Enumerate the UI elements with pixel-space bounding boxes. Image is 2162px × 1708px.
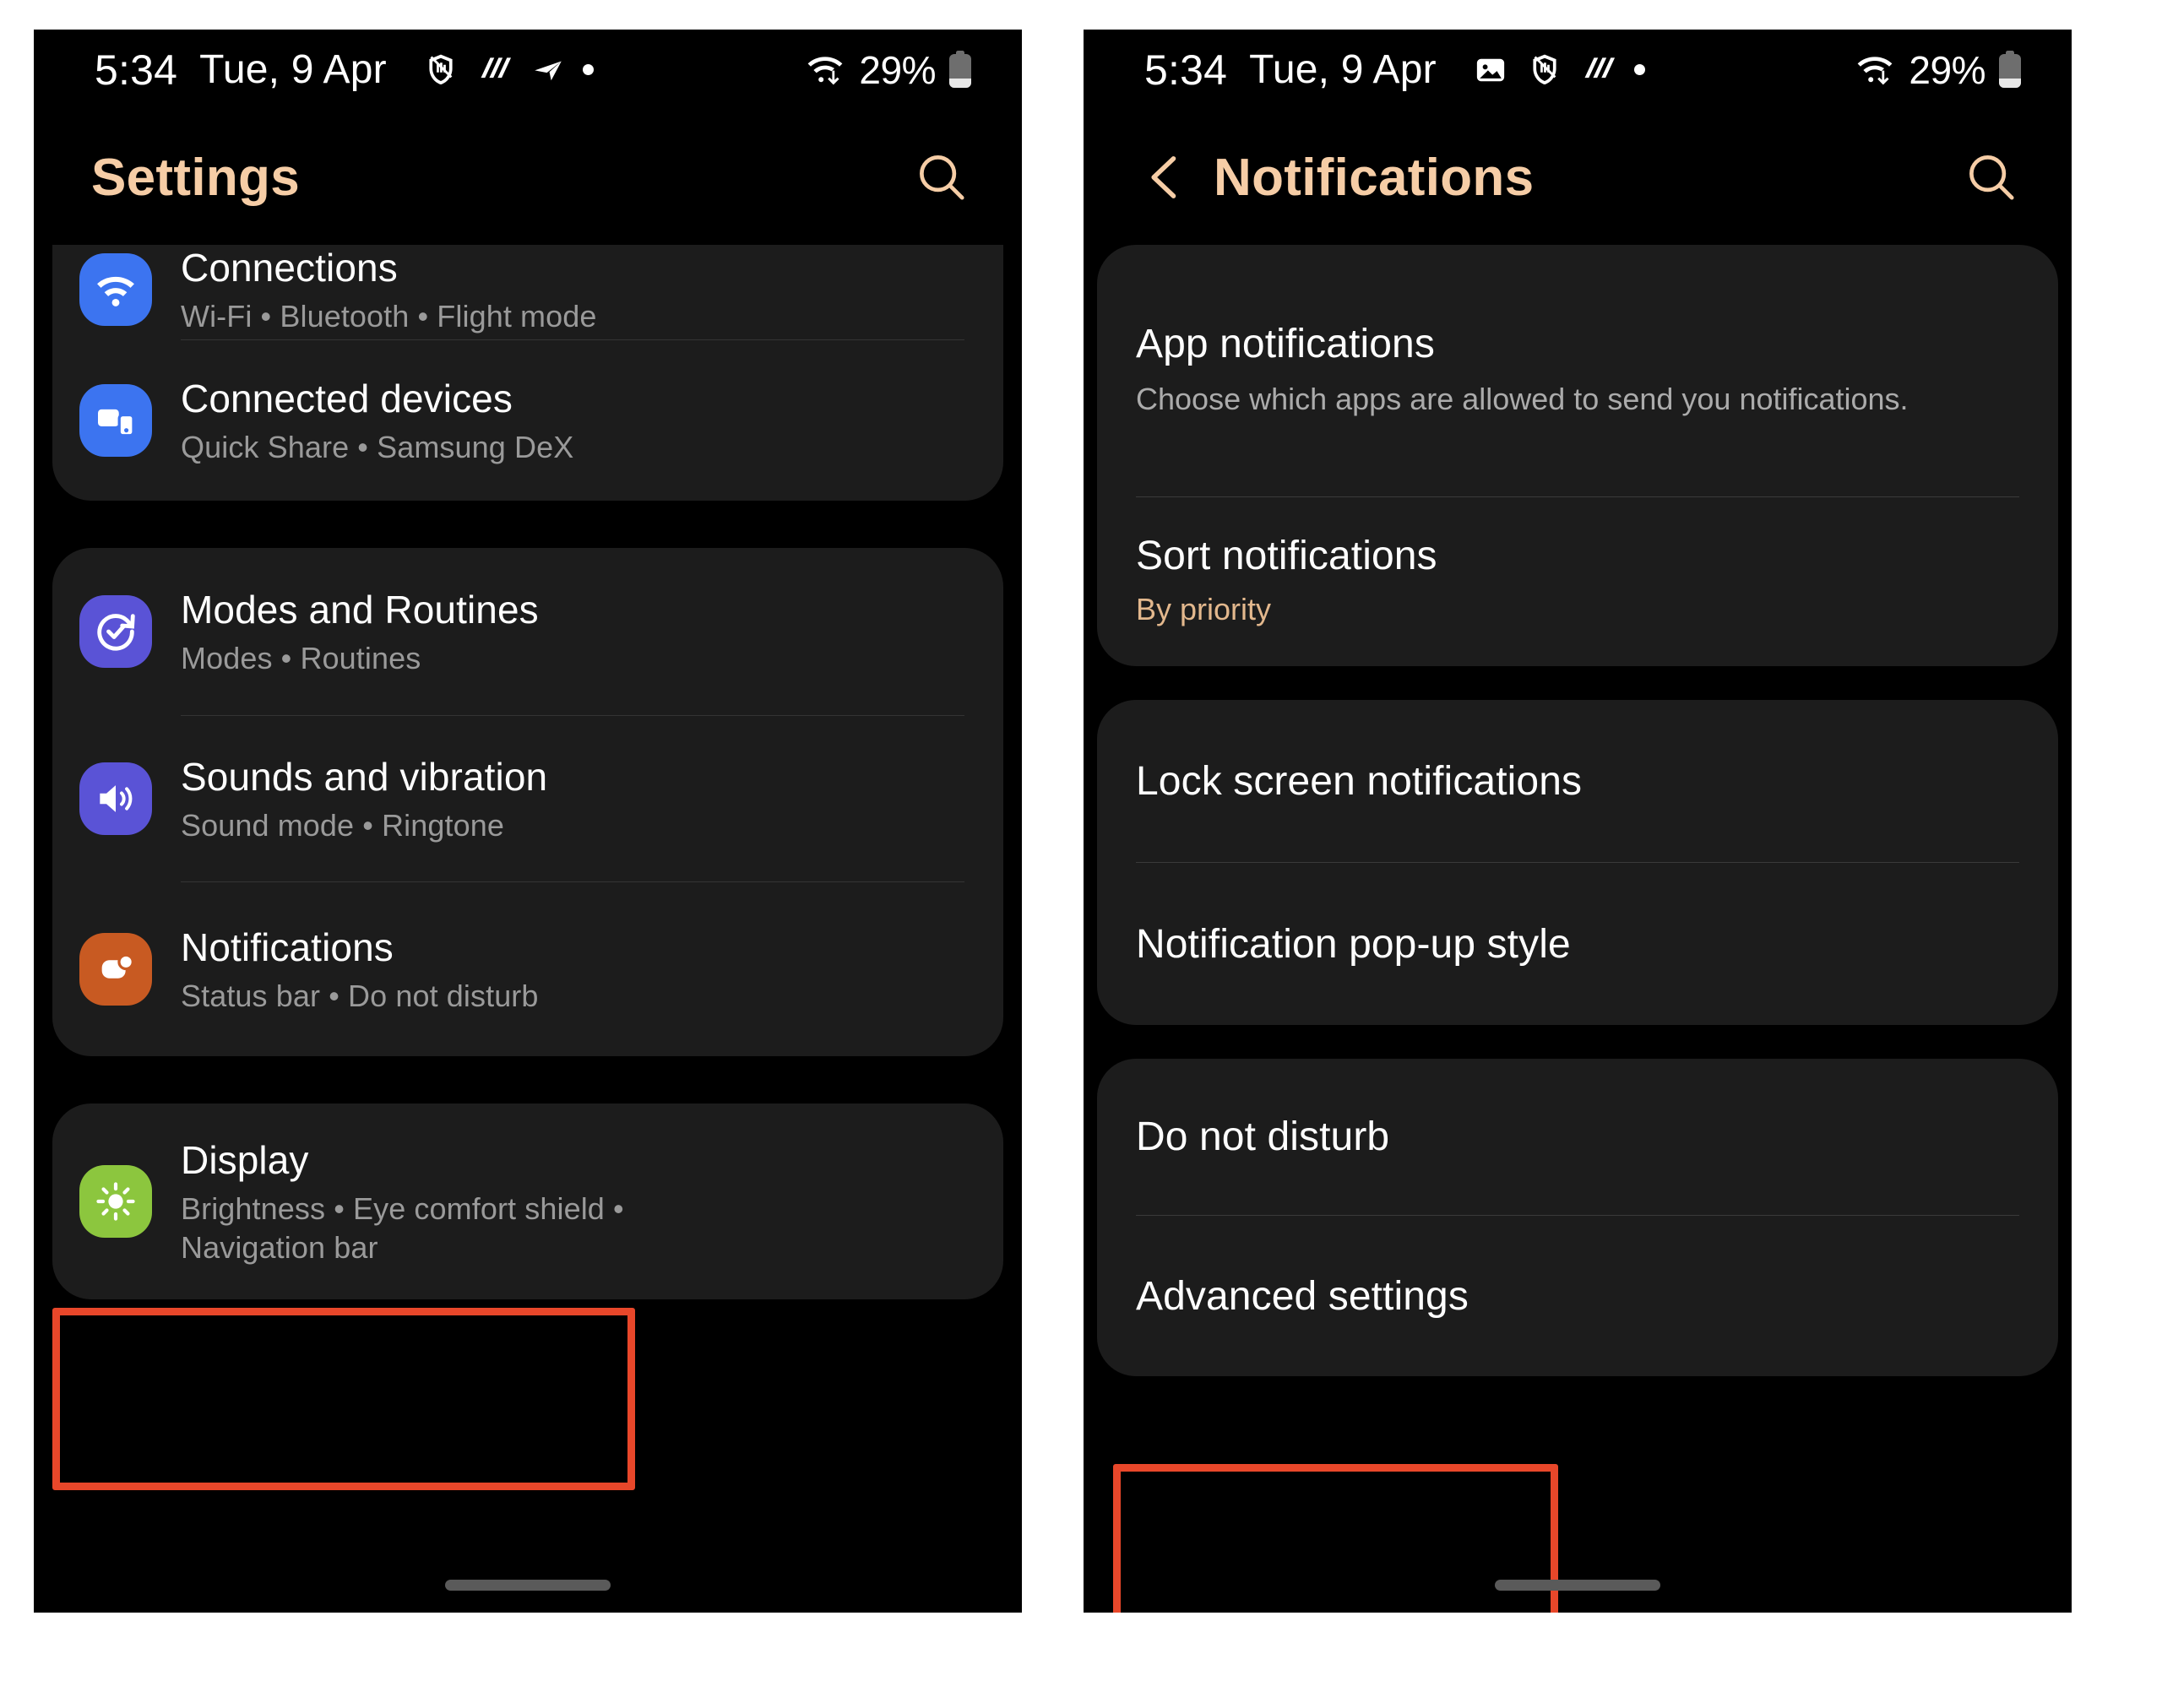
- wifi-transfer-icon: [803, 52, 847, 89]
- row-subtitle: Sound mode • Ringtone: [181, 808, 504, 843]
- notifications-header: Notifications: [1084, 110, 2072, 245]
- row-title: Display: [181, 1138, 309, 1182]
- row-subtitle: Brightness • Eye comfort shield •: [181, 1191, 624, 1226]
- notifications-icon: [79, 933, 152, 1006]
- page-title: Notifications: [1214, 148, 1535, 207]
- list-item-do-not-disturb[interactable]: Do not disturb: [1097, 1059, 2058, 1215]
- row-title: App notifications: [1136, 322, 1435, 367]
- brightness-icon: [79, 1165, 152, 1238]
- sidebar-item-notifications[interactable]: Notifications Status bar • Do not distur…: [52, 882, 1003, 1056]
- row-title: Sort notifications: [1136, 534, 1437, 579]
- list-item-lock-screen-notifications[interactable]: Lock screen notifications: [1097, 700, 2058, 862]
- modes-routines-icon: [79, 595, 152, 668]
- shield-hand-icon: [422, 52, 459, 89]
- battery-low-icon: [1997, 50, 2023, 89]
- battery-low-icon: [948, 50, 973, 89]
- row-title: Notifications: [181, 925, 394, 969]
- sidebar-item-connections[interactable]: Connections Wi-Fi • Bluetooth • Flight m…: [52, 245, 1003, 339]
- status-bar-date: Tue, 9 Apr: [1249, 46, 1437, 92]
- settings-group-connections: Connections Wi-Fi • Bluetooth • Flight m…: [52, 245, 1003, 501]
- row-title: Connections: [181, 246, 398, 290]
- row-title: Lock screen notifications: [1136, 758, 1583, 804]
- notifications-group-lockscreen: Lock screen notifications Notification p…: [1097, 700, 2058, 1025]
- row-subtitle: Choose which apps are allowed to send yo…: [1136, 382, 1909, 417]
- page-title: Settings: [91, 148, 300, 207]
- search-icon[interactable]: [1962, 148, 2021, 207]
- settings-header: Settings: [34, 110, 1022, 245]
- settings-group-display: Display Brightness • Eye comfort shield …: [52, 1103, 1003, 1299]
- row-title: Do not disturb: [1136, 1114, 1390, 1159]
- dot-icon: [582, 64, 594, 75]
- home-indicator[interactable]: [1084, 1580, 2072, 1591]
- row-title: Notification pop-up style: [1136, 921, 1571, 967]
- wifi-icon: [79, 253, 152, 326]
- list-item-sort-notifications[interactable]: Sort notifications By priority: [1097, 497, 2058, 666]
- sidebar-item-sounds-vibration[interactable]: Sounds and vibration Sound mode • Ringto…: [52, 716, 1003, 881]
- battery-percentage: 29%: [1909, 47, 1985, 92]
- settings-group-system: Modes and Routines Modes • Routines Soun…: [52, 548, 1003, 1056]
- shield-hand-icon: [1526, 52, 1563, 89]
- search-icon[interactable]: [912, 148, 971, 207]
- connected-devices-icon: [79, 384, 152, 457]
- row-subtitle: Quick Share • Samsung DeX: [181, 430, 574, 464]
- phone-settings-screen: 5:34 Tue, 9 Apr 29% Settings Connections…: [34, 30, 1022, 1613]
- dot-icon: [1633, 64, 1645, 75]
- diagonal-lines-icon: [476, 52, 513, 89]
- wifi-transfer-icon: [1853, 52, 1897, 89]
- settings-scroll-area[interactable]: Connections Wi-Fi • Bluetooth • Flight m…: [34, 245, 1022, 1613]
- notifications-scroll-area[interactable]: App notifications Choose which apps are …: [1084, 245, 2072, 1613]
- notifications-group-apps: App notifications Choose which apps are …: [1097, 245, 2058, 666]
- battery-percentage: 29%: [859, 47, 936, 92]
- status-bar-time: 5:34: [95, 46, 178, 94]
- highlight-box-notifications: [52, 1308, 635, 1490]
- phone-notifications-screen: 5:34 Tue, 9 Apr 29% Notifications App no…: [1084, 30, 2072, 1613]
- row-title: Advanced settings: [1136, 1273, 1469, 1319]
- row-title: Sounds and vibration: [181, 755, 548, 799]
- diagonal-lines-icon: [1580, 52, 1617, 89]
- location-arrow-icon: [530, 52, 566, 88]
- row-subtitle-line2: Navigation bar: [181, 1230, 378, 1265]
- list-item-advanced-settings[interactable]: Advanced settings: [1097, 1216, 2058, 1376]
- chevron-left-icon[interactable]: [1141, 148, 1188, 207]
- volume-icon: [79, 762, 152, 835]
- sidebar-item-connected-devices[interactable]: Connected devices Quick Share • Samsung …: [52, 340, 1003, 501]
- sidebar-item-modes-routines[interactable]: Modes and Routines Modes • Routines: [52, 548, 1003, 715]
- row-subtitle-value: By priority: [1136, 592, 1272, 627]
- status-bar-time: 5:34: [1144, 46, 1228, 94]
- list-item-app-notifications[interactable]: App notifications Choose which apps are …: [1097, 245, 2058, 496]
- status-bar: 5:34 Tue, 9 Apr 29%: [34, 30, 1022, 110]
- status-bar-date: Tue, 9 Apr: [199, 46, 387, 92]
- list-item-notification-popup-style[interactable]: Notification pop-up style: [1097, 863, 2058, 1025]
- screenshot-icon: [1472, 52, 1509, 89]
- row-subtitle: Modes • Routines: [181, 641, 421, 675]
- sidebar-item-display[interactable]: Display Brightness • Eye comfort shield …: [52, 1103, 1003, 1299]
- screenshot-root: 5:34 Tue, 9 Apr 29% Settings Connections…: [0, 0, 2162, 1708]
- row-subtitle: Wi-Fi • Bluetooth • Flight mode: [181, 299, 597, 333]
- row-title: Connected devices: [181, 377, 513, 420]
- row-subtitle: Status bar • Do not disturb: [181, 979, 539, 1013]
- home-indicator[interactable]: [34, 1580, 1022, 1591]
- notifications-group-advanced: Do not disturb Advanced settings: [1097, 1059, 2058, 1376]
- status-bar: 5:34 Tue, 9 Apr 29%: [1084, 30, 2072, 110]
- row-title: Modes and Routines: [181, 588, 539, 632]
